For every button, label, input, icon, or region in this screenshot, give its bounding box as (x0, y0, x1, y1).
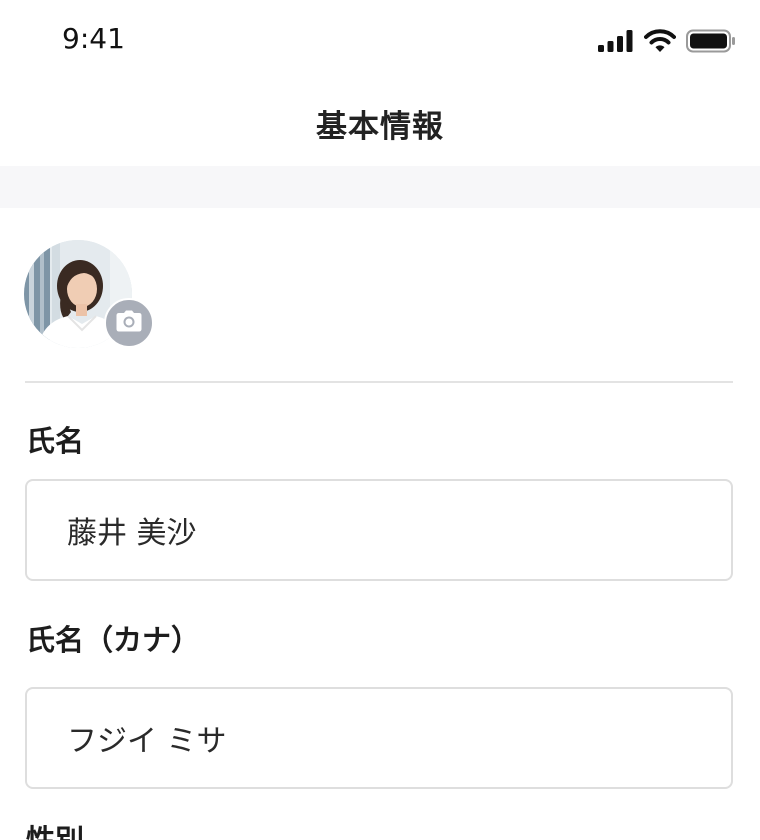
status-time: 9:41 (62, 22, 125, 55)
wifi-icon (644, 29, 676, 57)
navigation-bar: 基本情報 (0, 80, 760, 166)
avatar-editor[interactable] (24, 240, 154, 350)
name-kana-label: 氏名（カナ） (26, 623, 201, 657)
gender-label: 性別 (26, 823, 85, 840)
section-separator (0, 166, 760, 208)
camera-icon (116, 310, 142, 336)
name-kana-field[interactable] (25, 687, 733, 789)
divider (25, 381, 733, 383)
name-field[interactable] (25, 479, 733, 581)
name-label: 氏名 (26, 424, 85, 458)
page-title: 基本情報 (316, 108, 444, 145)
change-photo-button[interactable] (104, 298, 154, 348)
cellular-signal-icon (598, 30, 634, 56)
status-bar: 9:41 (0, 0, 760, 80)
battery-icon (686, 29, 736, 57)
status-icons (598, 28, 736, 58)
profile-screen: 9:41 基本情報 氏名 藤井 美沙 氏名（カナ） フジイ ミサ 性別 (0, 0, 760, 840)
